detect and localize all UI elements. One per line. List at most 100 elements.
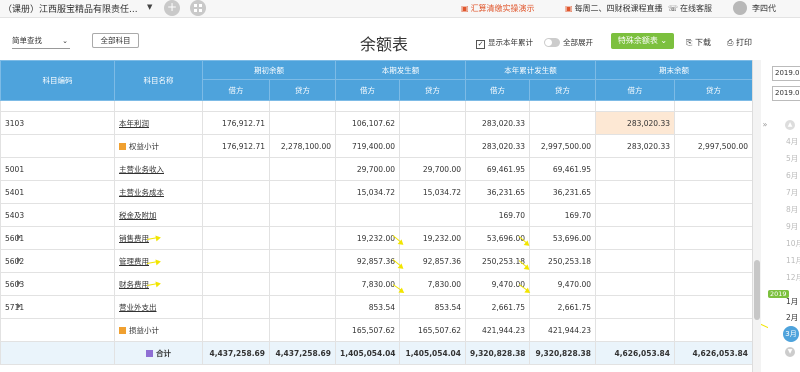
account-name[interactable]: 税金及附加 <box>114 203 203 227</box>
expand-row-icon[interactable] <box>17 303 21 309</box>
amount-cell: 853.54 <box>335 295 400 319</box>
col-header-name: 科目名称 <box>114 60 203 101</box>
table-row[interactable]: 3103 本年利润 176,912.71 106,107.62 283,020.33 28… <box>0 111 752 135</box>
period-panel: » 2019.0 2019.0 ▲ 4月 5月 6月 7月 8月 9月 10月 11月 12月 … <box>763 60 800 372</box>
online-service-link[interactable]: ☏ 在线客服 <box>668 3 712 14</box>
print-button[interactable]: ⎙ 打印 <box>727 37 752 48</box>
col-header-credit: 贷方 <box>269 79 336 101</box>
account-link[interactable]: 本年利润 <box>119 119 149 128</box>
col-header-credit: 贷方 <box>529 79 596 101</box>
expand-row-icon[interactable] <box>17 280 21 286</box>
table-row[interactable]: 5601 销售费用 19,232.00 19,232.00 53,696.00 53,69… <box>0 226 752 250</box>
expand-all-toggle[interactable]: 全部展开 <box>544 37 593 48</box>
month-item[interactable]: 7月 <box>786 187 798 198</box>
amount-cell <box>674 318 752 342</box>
month-item[interactable]: 12月 <box>786 272 800 283</box>
amount-cell <box>529 111 596 135</box>
amount-cell <box>202 295 270 319</box>
month-item[interactable]: 10月 <box>786 238 800 249</box>
month-item[interactable]: 1月 <box>786 296 798 307</box>
amount-cell <box>674 272 752 296</box>
expand-row-icon[interactable] <box>17 234 21 240</box>
amount-cell: 283,020.33 <box>595 134 675 158</box>
user-name[interactable]: 李四代 <box>752 3 776 14</box>
table-body: 3103 本年利润 176,912.71 106,107.62 283,020.33 28… <box>0 100 752 365</box>
month-item[interactable]: 2月 <box>786 312 798 323</box>
col-header-credit: 贷方 <box>674 79 752 101</box>
amount-cell: 19,232.00 <box>399 226 466 250</box>
account-name[interactable]: 主营业务收入 <box>114 157 203 181</box>
month-item[interactable]: 9月 <box>786 221 798 232</box>
account-link[interactable]: 财务费用 <box>119 280 149 289</box>
scrollbar-thumb[interactable] <box>754 260 760 320</box>
month-item[interactable]: 8月 <box>786 204 798 215</box>
amount-cell <box>595 295 675 319</box>
company-selector[interactable]: （课册）江西服宝精品有限责任... <box>3 2 138 15</box>
amount-cell <box>595 272 675 296</box>
amount-cell <box>674 180 752 204</box>
chevron-down-icon: ⌄ <box>660 36 668 45</box>
amount-cell: 176,912.71 <box>202 111 270 135</box>
account-link[interactable]: 税金及附加 <box>119 211 157 220</box>
amount-cell: 7,830.00 <box>335 272 400 296</box>
promo-link-live-course[interactable]: ▣ 每周二、四财税课程直播 <box>565 3 663 14</box>
account-link[interactable]: 销售费用 <box>119 234 149 243</box>
chevron-down-icon[interactable]: ▼ <box>147 3 152 11</box>
simple-search-dropdown[interactable]: 简单查找 ⌄ <box>12 34 70 49</box>
checkbox-checked-icon: ✓ <box>476 40 485 49</box>
account-code: 5602 <box>0 249 115 273</box>
date-to-input[interactable]: 2019.0 <box>772 86 800 101</box>
month-item[interactable]: 4月 <box>786 136 798 147</box>
show-cumulative-checkbox[interactable]: ✓ 显示本年累计 <box>476 37 533 49</box>
account-link[interactable]: 主营业务成本 <box>119 188 164 197</box>
account-link[interactable]: 营业外支出 <box>119 303 157 312</box>
amount-cell <box>269 111 336 135</box>
amount-cell <box>674 226 752 250</box>
avatar[interactable] <box>733 1 747 15</box>
month-item[interactable]: 6月 <box>786 170 798 181</box>
grid-icon[interactable] <box>190 0 206 16</box>
special-balance-button[interactable]: 特殊余额表 ⌄ <box>611 33 674 49</box>
amount-cell <box>595 180 675 204</box>
amount-cell: 250,253.18 <box>529 249 596 273</box>
account-name[interactable]: 本年利润 <box>114 111 203 135</box>
download-button[interactable]: ⎘ 下载 <box>686 37 711 48</box>
account-link[interactable]: 管理费用 <box>119 257 149 266</box>
vertical-scrollbar[interactable] <box>752 60 761 372</box>
amount-cell <box>269 318 336 342</box>
account-code <box>0 318 115 342</box>
chevron-down-icon[interactable]: ▼ <box>785 347 795 357</box>
expand-row-icon[interactable] <box>17 257 21 263</box>
col-header-debit: 借方 <box>465 79 530 101</box>
amount-cell <box>202 249 270 273</box>
total-amount-cell: 4,437,258.69 <box>269 341 336 365</box>
table-row[interactable]: 5603 财务费用 7,830.00 7,830.00 9,470.00 9,470.00 <box>0 272 752 296</box>
promo-link-settlement[interactable]: ▣ 汇算清缴实操演示 <box>461 3 535 14</box>
amount-cell <box>269 157 336 181</box>
collapse-panel-icon[interactable]: » <box>760 120 770 134</box>
table-row[interactable]: 5403 税金及附加 169.70 169.70 <box>0 203 752 227</box>
selected-month[interactable]: 3月 <box>783 326 799 342</box>
amount-cell: 169.70 <box>465 203 530 227</box>
account-link[interactable]: 主营业务收入 <box>119 165 164 174</box>
account-name[interactable]: 主营业务成本 <box>114 180 203 204</box>
table-row[interactable]: 5602 管理费用 92,857.36 92,857.36 250,253.18 250,… <box>0 249 752 273</box>
account-name: 损益小计 <box>114 318 203 342</box>
subtotal-row[interactable]: 损益小计 165,507.62 165,507.62 421,944.23 421,94… <box>0 318 752 342</box>
download-icon: ⎘ <box>686 38 693 47</box>
month-item[interactable]: 11月 <box>786 255 800 266</box>
subject-filter-button[interactable]: 全部科目 <box>92 33 139 48</box>
month-item[interactable]: 5月 <box>786 153 798 164</box>
account-name[interactable]: 营业外支出 <box>114 295 203 319</box>
amount-cell <box>595 318 675 342</box>
chevron-up-icon[interactable]: ▲ <box>785 120 795 130</box>
amount-cell: 15,034.72 <box>335 180 400 204</box>
plus-icon[interactable]: + <box>164 0 180 16</box>
table-row[interactable]: 5711 营业外支出 853.54 853.54 2,661.75 2,661.75 <box>0 295 752 319</box>
table-row[interactable]: 5401 主营业务成本 15,034.72 15,034.72 36,231.65 36,… <box>0 180 752 204</box>
date-from-input[interactable]: 2019.0 <box>772 66 800 81</box>
amount-cell: 2,661.75 <box>529 295 596 319</box>
amount-cell: 19,232.00 <box>335 226 400 250</box>
subtotal-row[interactable]: 权益小计 176,912.71 2,278,100.00 719,400.00 283,… <box>0 134 752 158</box>
table-row[interactable]: 5001 主营业务收入 29,700.00 29,700.00 69,461.95 69,… <box>0 157 752 181</box>
